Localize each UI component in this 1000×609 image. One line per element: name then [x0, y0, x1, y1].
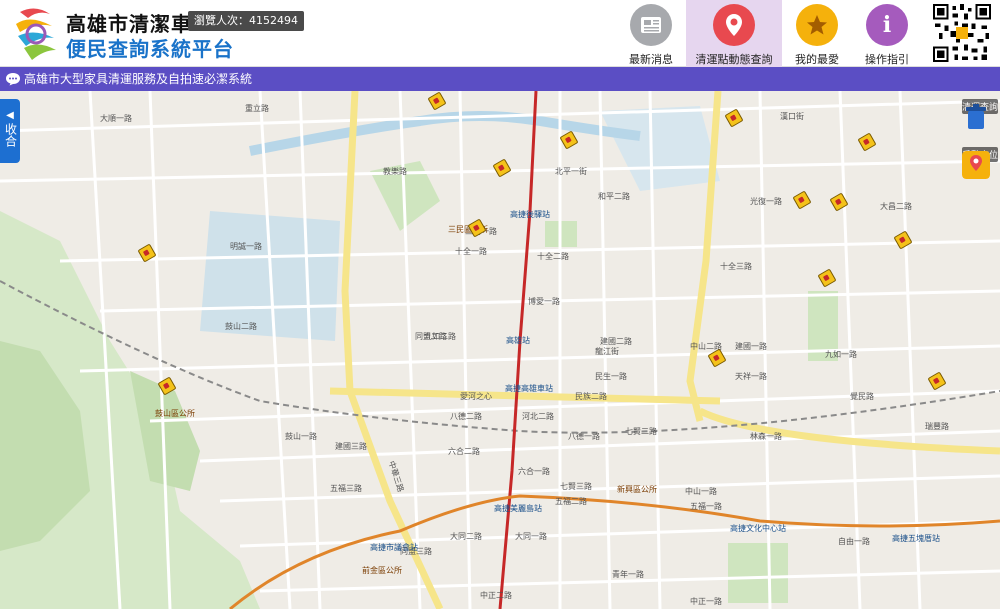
road-label: 七賢三路: [560, 482, 592, 491]
mrt-station-label[interactable]: 高捷文化中心站: [730, 523, 786, 534]
star-icon: [796, 4, 838, 46]
road-label: 博愛一路: [528, 297, 560, 306]
road-label: 六合一路: [518, 467, 550, 476]
landmark-label: 前金區公所: [362, 566, 402, 575]
hand-pointer-location-icon: [962, 151, 990, 179]
road-label: 重立路: [245, 104, 269, 113]
road-label: 十全二路: [537, 252, 569, 261]
mrt-station-label[interactable]: 高捷高雄車站: [505, 383, 553, 394]
nav-guide-label: 操作指引: [865, 53, 909, 66]
road-label: 林森一路: [750, 432, 782, 441]
road-label: 明誠一路: [230, 242, 262, 251]
app-window: 高雄市清潔車 便民查詢系統平台 瀏覽人次：4152494 最新消息 清運點動態查…: [0, 0, 1000, 609]
header: 高雄市清潔車 便民查詢系統平台 瀏覽人次：4152494 最新消息 清運點動態查…: [0, 0, 1000, 67]
road-label: 大昌二路: [880, 202, 912, 211]
road-label: 大順一路: [100, 114, 132, 123]
road-label: 建國三路: [335, 442, 367, 451]
trash-query-tool[interactable]: 清運查詢: [962, 99, 998, 129]
nav-news-label: 最新消息: [629, 53, 673, 66]
road-label: 十全一路: [455, 247, 487, 256]
visit-count-badge: 瀏覽人次：4152494: [188, 11, 304, 31]
app-subtitle: 便民查詢系統平台: [66, 37, 234, 61]
mrt-station-label[interactable]: 高捷美麗島站: [494, 503, 542, 514]
manual-locate-tool[interactable]: 手動定位: [962, 147, 998, 179]
info-icon: i: [866, 4, 908, 46]
nav-favorites-label: 我的最愛: [795, 53, 839, 66]
road-label: 民生一路: [595, 372, 627, 381]
road-label: 天祥一路: [735, 372, 767, 381]
landmark-label: 新興區公所: [617, 485, 657, 494]
chat-bubble-icon: [6, 73, 20, 86]
nav-news-button[interactable]: 最新消息: [616, 0, 686, 67]
road-label: 建國一路: [735, 342, 767, 351]
qr-code-icon: [930, 2, 994, 64]
kaohsiung-logo-icon: [16, 8, 56, 60]
road-label: 民族二路: [575, 392, 607, 401]
road-label: 教樂路: [383, 167, 407, 176]
road-label: 五福一路: [690, 502, 722, 511]
road-label: 中正二路: [480, 591, 512, 600]
road-label: 八德一路: [568, 432, 600, 441]
banner-text: 高雄市大型家具清運服務及自拍速必潔系統: [24, 72, 253, 86]
road-label: 五福三路: [330, 484, 362, 493]
road-label: 自由一路: [838, 537, 870, 546]
nav-guide-button[interactable]: i 操作指引: [852, 0, 922, 67]
landmark-label: 鼓山區公所: [155, 409, 195, 418]
collapse-panel-button[interactable]: ◀ 收合: [0, 99, 20, 163]
nav-location-query-label: 清運點動態查詢: [695, 53, 773, 66]
road-label: 中正一路: [690, 597, 722, 606]
road-label: 大同一路: [515, 532, 547, 541]
road-label: 河北二路: [522, 412, 554, 421]
mrt-station-label[interactable]: 高捷五塊厝站: [892, 533, 940, 544]
road-label: 鼓山二路: [225, 322, 257, 331]
road-label: 大同二路: [450, 532, 482, 541]
road-label: 漢口街: [780, 112, 804, 121]
nav-favorites-button[interactable]: 我的最愛: [782, 0, 852, 67]
map-canvas[interactable]: 大順一路 重立路 教樂路 和平二路 民族二路 十全一路 十全二路 十全三路 九如…: [0, 91, 1000, 609]
road-label: 北平一街: [555, 167, 587, 176]
nav-location-query-button[interactable]: 清運點動態查詢: [686, 0, 782, 67]
mrt-station-label[interactable]: 高雄站: [506, 335, 530, 346]
road-label: 十全三路: [720, 262, 752, 271]
road-label: 鼓山一路: [285, 432, 317, 441]
road-label: 青年一路: [612, 570, 644, 579]
chevron-left-icon: ◀: [6, 110, 14, 121]
map-pin-icon: [713, 4, 755, 46]
road-label: 和平二路: [598, 192, 630, 201]
mrt-station-label[interactable]: 高捷市議會站: [370, 542, 418, 553]
road-label: 中山一路: [685, 487, 717, 496]
road-label: 瑞豐路: [925, 422, 949, 431]
road-label: 覺民路: [850, 392, 874, 401]
road-label: 同盟二路: [415, 332, 447, 341]
road-label: 五福二路: [555, 497, 587, 506]
newspaper-icon: [630, 4, 672, 46]
road-label: 龍江街: [595, 347, 619, 356]
road-label: 愛河之心: [460, 392, 492, 401]
trash-can-icon: [966, 104, 986, 129]
collapse-label: 收合: [3, 123, 18, 147]
road-label: 七賢二路: [625, 427, 657, 436]
mrt-station-label[interactable]: 高捷後驛站: [510, 209, 550, 220]
road-label: 六合二路: [448, 447, 480, 456]
announcement-banner[interactable]: 高雄市大型家具清運服務及自拍速必潔系統: [0, 67, 1000, 91]
road-label: 八德二路: [450, 412, 482, 421]
road-label: 光復一路: [750, 197, 782, 206]
road-label: 九如一路: [825, 350, 857, 359]
